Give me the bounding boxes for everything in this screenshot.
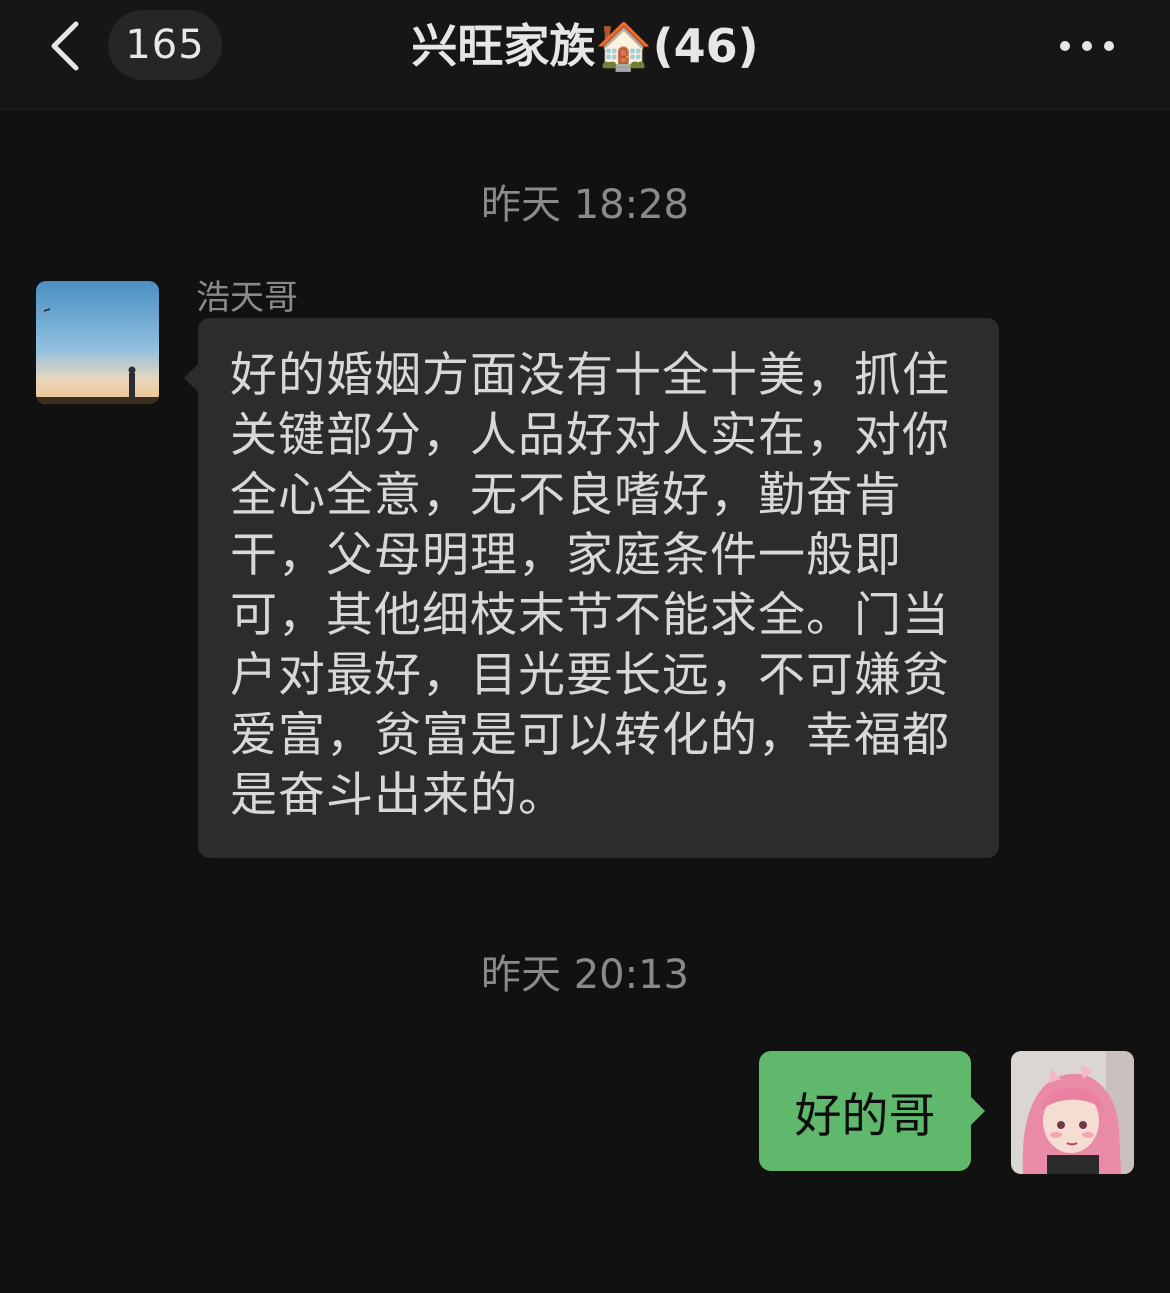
message-timestamp: 昨天 18:28 [481, 182, 689, 228]
message-timestamp: 昨天 20:13 [481, 952, 689, 998]
more-dots-icon [1060, 41, 1070, 51]
sender-name: 浩天哥 [196, 278, 298, 318]
incoming-message-bubble[interactable]: 好的婚姻方面没有十全十美，抓住关键部分，人品好对人实在，对你全心全意，无不良嗜好… [184, 318, 999, 858]
outgoing-message-bubble[interactable]: 好的哥 [759, 1051, 985, 1171]
sender-avatar[interactable] [36, 281, 159, 404]
chat-title: 兴旺家族🏠(46) [411, 19, 759, 73]
chat-header: 165 兴旺家族🏠(46) [0, 0, 1170, 110]
more-button[interactable] [1052, 26, 1122, 66]
self-avatar[interactable] [1011, 1051, 1134, 1174]
